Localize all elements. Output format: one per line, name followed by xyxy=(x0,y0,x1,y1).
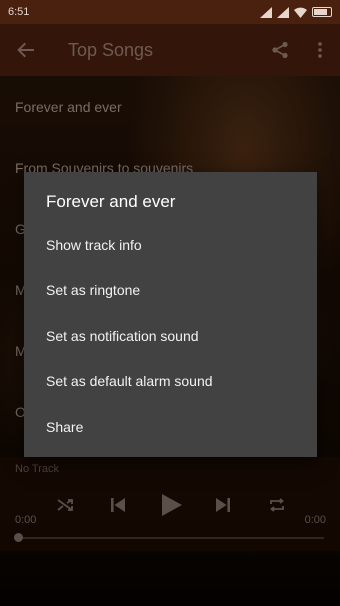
menu-item-share[interactable]: Share xyxy=(24,404,317,450)
menu-item-set-as-notification-sound[interactable]: Set as notification sound xyxy=(24,313,317,359)
menu-item-label: Share xyxy=(46,418,84,435)
status-time: 6:51 xyxy=(8,6,30,18)
signal-icon xyxy=(260,6,272,18)
status-bar: 6:51 xyxy=(0,0,340,24)
menu-item-label: Set as ringtone xyxy=(46,282,141,299)
menu-item-show-track-info[interactable]: Show track info xyxy=(24,222,317,268)
wifi-icon xyxy=(294,7,307,18)
menu-item-set-as-alarm-sound[interactable]: Set as default alarm sound xyxy=(24,359,317,405)
song-options-dialog: Forever and ever Show track info Set as … xyxy=(24,172,317,457)
menu-item-label: Show track info xyxy=(46,236,142,253)
signal-icon-2 xyxy=(277,6,289,18)
status-icons xyxy=(260,6,332,18)
menu-item-label: Set as notification sound xyxy=(46,327,199,344)
battery-icon xyxy=(312,7,332,17)
menu-item-label: Set as default alarm sound xyxy=(46,373,213,390)
dialog-title: Forever and ever xyxy=(46,192,176,211)
dialog-menu: Show track info Set as ringtone Set as n… xyxy=(24,222,317,450)
menu-item-set-as-ringtone[interactable]: Set as ringtone xyxy=(24,268,317,314)
